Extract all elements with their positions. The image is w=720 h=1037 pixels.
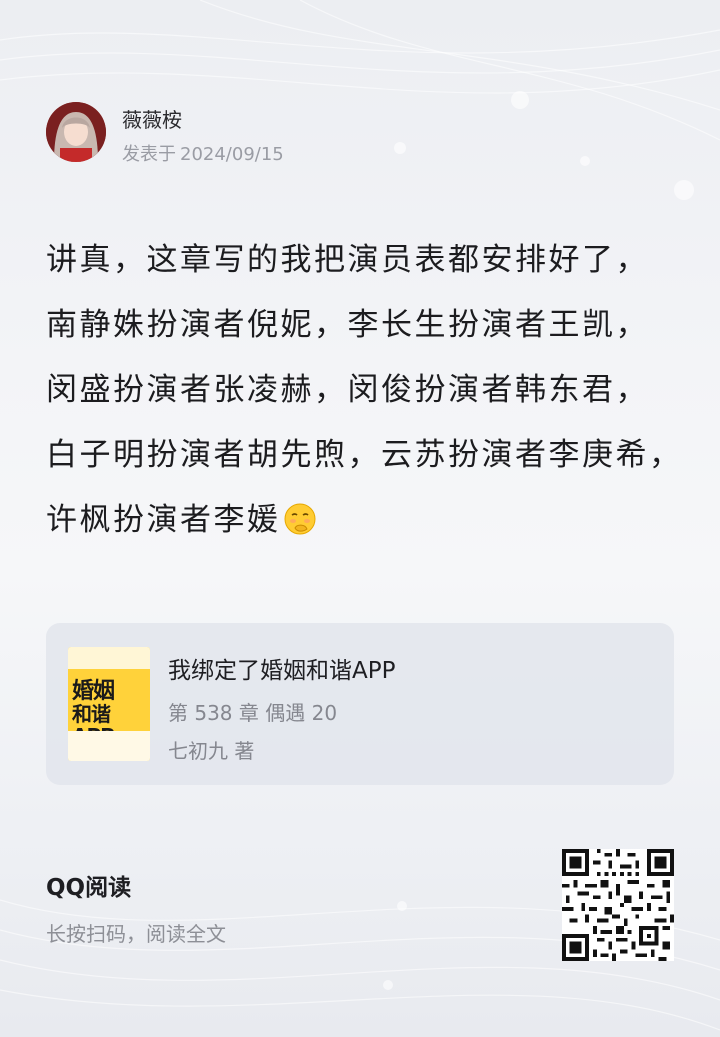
scan-hint: 长按扫码，阅读全文 <box>46 922 226 946</box>
book-cover[interactable]: 婚姻 和谐APP <box>68 647 150 761</box>
cover-bottom-band <box>68 731 150 761</box>
book-card[interactable]: 婚姻 和谐APP 我绑定了婚姻和谐APP 第 538 章 偶遇 20 七初九 著 <box>46 623 674 785</box>
anime-girl-avatar-icon <box>46 102 106 162</box>
date-prefix: 发表于 <box>122 144 176 165</box>
post-header: 薇薇桉 发表于 2024/09/15 <box>46 102 646 166</box>
content-line: 南静姝扮演者倪妮，李长生扮演者王凯， <box>46 307 649 343</box>
post-date: 发表于 2024/09/15 <box>122 140 284 166</box>
cover-title-line1: 婚姻 <box>72 679 115 704</box>
book-chapter: 第 538 章 偶遇 20 <box>168 701 338 725</box>
cover-top-band <box>68 647 150 669</box>
book-title[interactable]: 我绑定了婚姻和谐APP <box>168 651 395 685</box>
author-name[interactable]: 薇薇桉 <box>122 104 182 133</box>
qr-code-icon[interactable] <box>562 849 674 961</box>
app-name: QQ阅读 <box>46 875 132 901</box>
content-line-last: 许枫扮演者李媛 <box>46 488 686 553</box>
qr-code-graphic <box>562 849 674 961</box>
content-line: 白子明扮演者胡先煦，云苏扮演者李庚希， <box>46 437 683 473</box>
post-content: 讲真，这章写的我把演员表都安排好了， 南静姝扮演者倪妮，李长生扮演者王凯， 闵盛… <box>46 228 686 553</box>
content-line: 闵盛扮演者张凌赫，闵俊扮演者韩东君， <box>46 372 649 408</box>
content-line-text: 许枫扮演者李媛 <box>46 502 281 538</box>
content-line: 讲真，这章写的我把演员表都安排好了， <box>46 242 649 278</box>
shy-face-emoji-icon <box>284 503 315 535</box>
book-author: 七初九 著 <box>168 739 255 763</box>
date-value: 2024/09/15 <box>180 144 284 165</box>
author-avatar[interactable] <box>46 102 106 162</box>
